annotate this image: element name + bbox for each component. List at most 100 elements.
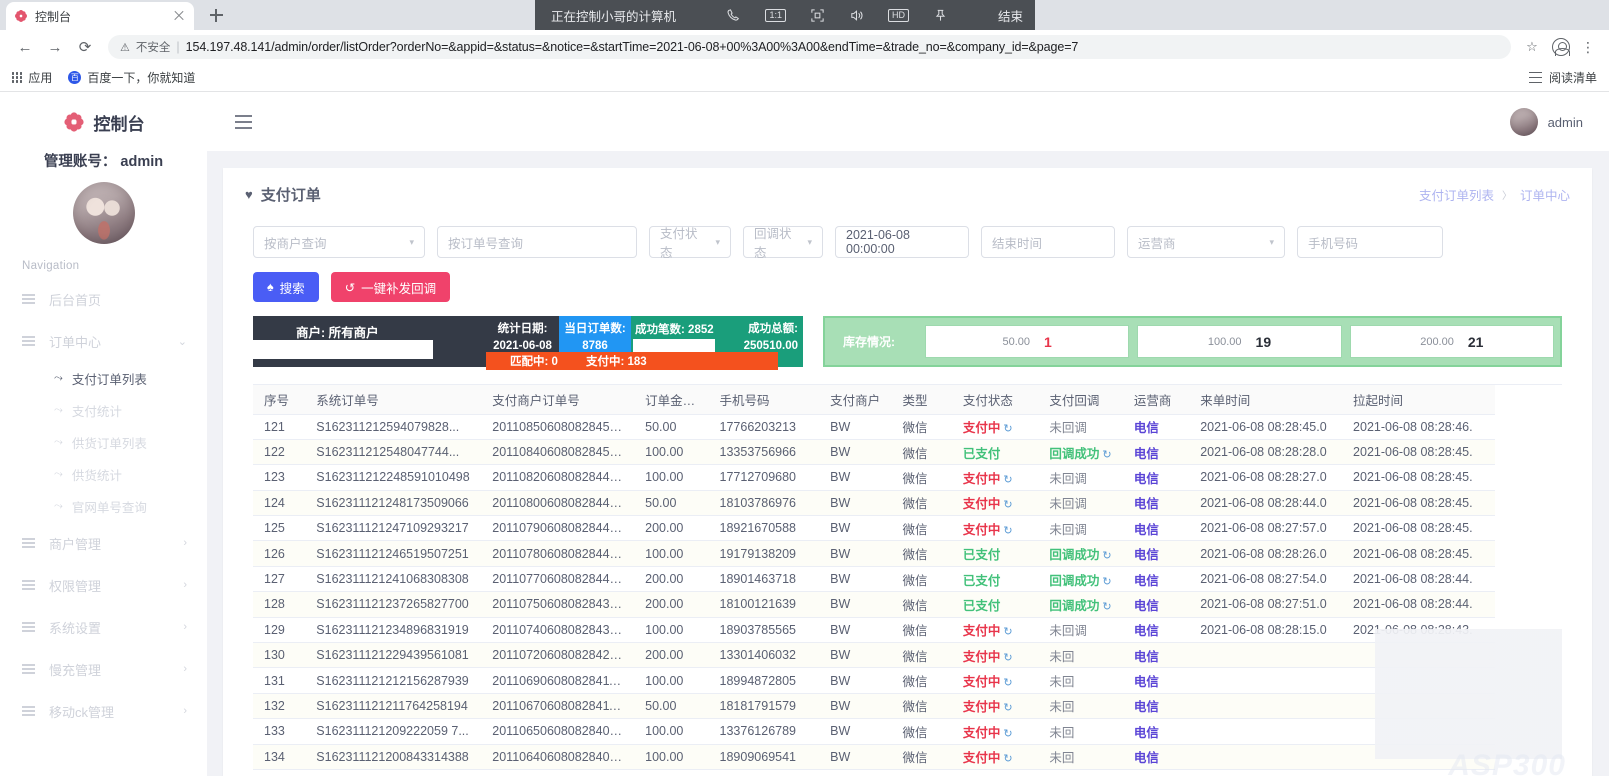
th-phone[interactable]: 手机号码 — [709, 385, 820, 414]
one-to-one-icon[interactable]: 1:1 — [765, 9, 786, 22]
table-row[interactable]: 121S162311212594079828...201108506080828… — [253, 414, 1495, 439]
th-operator[interactable]: 运营商 — [1123, 385, 1189, 414]
sidebar-item-slow-recharge-mgmt[interactable]: 慢充管理 › — [0, 648, 207, 690]
reload-icon[interactable]: ⟳ — [70, 32, 100, 62]
callback-status-select[interactable]: 回调状态 ▾ — [743, 226, 823, 258]
start-time-input[interactable]: 2021-06-08 00:00:00 — [835, 226, 969, 258]
table-row[interactable]: 131S162311121212156287939201106906080828… — [253, 668, 1495, 693]
refresh-icon[interactable]: ↻ — [1003, 727, 1012, 740]
topbar-user[interactable]: admin — [1510, 108, 1583, 136]
sidebar-item-mobile-ck-mgmt[interactable]: 移动ck管理 › — [0, 690, 207, 732]
sidebar-item-pay-order-list[interactable]: ⤳ 支付订单列表 — [0, 362, 207, 394]
refresh-icon[interactable]: ↻ — [1003, 473, 1012, 486]
bookmark-baidu[interactable]: 百 百度一下，你就知道 — [68, 69, 195, 86]
hd-icon[interactable]: HD — [888, 9, 909, 22]
end-time-placeholder: 结束时间 — [992, 233, 1042, 252]
bookmark-apps[interactable]: 应用 — [12, 69, 52, 86]
pay-status-select[interactable]: 支付状态 ▾ — [649, 226, 731, 258]
close-icon[interactable] — [172, 9, 186, 23]
sidebar-item-order-center[interactable]: 订单中心 ⌄ — [0, 320, 207, 362]
speaker-icon[interactable] — [849, 8, 864, 23]
table-row[interactable]: 133S162311121209222059 7...2011065060808… — [253, 719, 1495, 744]
th-merchant-order-no[interactable]: 支付商户订单号 — [481, 385, 634, 414]
cell-pay-callback-value: 未回调 — [1049, 472, 1087, 486]
th-order-time[interactable]: 来单时间 — [1189, 385, 1342, 414]
resend-callback-button[interactable]: ↺ 一键补发回调 — [331, 272, 451, 302]
cell-pay-status: 已支付 — [952, 439, 1038, 464]
phone-input[interactable]: 手机号码 — [1297, 226, 1443, 258]
search-button[interactable]: ♠ 搜索 — [253, 272, 319, 302]
th-type[interactable]: 类型 — [892, 385, 952, 414]
bookmark-star-icon[interactable]: ☆ — [1519, 39, 1545, 55]
reading-list-button[interactable]: 阅读清单 — [1529, 69, 1597, 86]
table-row[interactable]: 127S162311121241068308308201107706080828… — [253, 566, 1495, 591]
th-pay-merchant[interactable]: 支付商户 — [819, 385, 891, 414]
cell-pay-merchant: BW — [819, 719, 891, 744]
pin-icon[interactable] — [933, 8, 948, 23]
th-pullup-time[interactable]: 拉起时间 — [1342, 385, 1495, 414]
refresh-icon[interactable]: ↻ — [1102, 575, 1111, 588]
th-pay-status[interactable]: 支付状态 — [952, 385, 1038, 414]
end-session-button[interactable]: 结束 — [998, 6, 1023, 25]
refresh-icon[interactable]: ↻ — [1003, 651, 1012, 664]
refresh-icon[interactable]: ↻ — [1102, 448, 1111, 461]
table-row[interactable]: 130S162311121229439561081201107206080828… — [253, 643, 1495, 668]
order-no-input[interactable]: 按订单号查询 — [437, 226, 637, 258]
chevron-right-icon: › — [183, 705, 187, 717]
refresh-icon[interactable]: ↻ — [1003, 752, 1012, 765]
back-icon[interactable]: ← — [10, 32, 40, 62]
end-time-input[interactable]: 结束时间 — [981, 226, 1115, 258]
breadcrumb-item-1[interactable]: 支付订单列表 — [1419, 185, 1494, 204]
refresh-icon[interactable]: ↻ — [1003, 524, 1012, 537]
fullscreen-icon[interactable] — [810, 8, 825, 23]
sidebar-item-merchant-mgmt[interactable]: 商户管理 › — [0, 522, 207, 564]
browser-tab[interactable]: 控制台 — [6, 2, 194, 30]
sidebar-item-supply-order-list[interactable]: ⤳ 供货订单列表 — [0, 426, 207, 458]
merchant-select[interactable]: 按商户查询 ▾ — [253, 226, 425, 258]
table-row[interactable]: 128S162311121237265827700201107506080828… — [253, 592, 1495, 617]
bookmark-label: 应用 — [28, 69, 52, 86]
refresh-icon[interactable]: ↻ — [1102, 600, 1111, 613]
table-row[interactable]: 124S162311121248173509066201108006080828… — [253, 490, 1495, 515]
stat-merchant-input[interactable] — [253, 340, 433, 359]
refresh-icon[interactable]: ↻ — [1003, 422, 1012, 435]
order-table-wrap[interactable]: 序号 系统订单号 支付商户订单号 订单金额..⇅ 手机号码 支付商户 类型 支付… — [253, 384, 1562, 776]
table-row[interactable]: 134S162311121200843314388201106406080828… — [253, 744, 1495, 769]
forward-icon[interactable]: → — [40, 32, 70, 62]
cell-system-order-no: S162311121247109293217 — [305, 516, 481, 541]
sort-icon[interactable]: ⇅ — [704, 397, 708, 407]
sidebar-item-permission-mgmt[interactable]: 权限管理 › — [0, 564, 207, 606]
phone-icon[interactable] — [726, 8, 741, 23]
cell-system-order-no: S162311121246519507251 — [305, 541, 481, 566]
refresh-icon[interactable]: ↻ — [1003, 625, 1012, 638]
new-tab-icon[interactable] — [202, 1, 230, 29]
table-row[interactable]: 122S162311212548047744...201108406080828… — [253, 439, 1495, 464]
sidebar-item-official-order-query[interactable]: ⤳ 官网单号查询 — [0, 490, 207, 522]
profile-icon[interactable] — [1552, 38, 1570, 56]
breadcrumb-item-2[interactable]: 订单中心 — [1520, 185, 1570, 204]
cell-phone: 18103786976 — [709, 490, 820, 515]
cell-pay-merchant: BW — [819, 414, 891, 439]
address-bar[interactable]: ⚠ 不安全 | 154.197.48.141/admin/order/listO… — [108, 35, 1511, 59]
operator-select[interactable]: 运营商 ▾ — [1127, 226, 1285, 258]
th-order-amount[interactable]: 订单金额..⇅ — [634, 385, 708, 414]
table-row[interactable]: 129S162311121234896831919201107406080828… — [253, 617, 1495, 642]
table-row[interactable]: 123S162311212248591010498201108206080828… — [253, 465, 1495, 490]
menu-icon[interactable]: ⋮ — [1577, 40, 1599, 54]
sidebar-item-dashboard[interactable]: 后台首页 — [0, 278, 207, 320]
refresh-icon[interactable]: ↻ — [1003, 676, 1012, 689]
refresh-icon[interactable]: ↻ — [1003, 498, 1012, 511]
sidebar-item-supply-stats[interactable]: ⤳ 供货统计 — [0, 458, 207, 490]
table-row[interactable]: 125S162311121247109293217201107906080828… — [253, 516, 1495, 541]
sidebar-item-pay-stats[interactable]: ⤳ 支付统计 — [0, 394, 207, 426]
th-system-order-no[interactable]: 系统订单号 — [305, 385, 481, 414]
table-row[interactable]: 126S162311121246519507251201107806080828… — [253, 541, 1495, 566]
table-row[interactable]: 132S162311121211764258194201106706080828… — [253, 693, 1495, 718]
th-pay-callback[interactable]: 支付回调 — [1038, 385, 1122, 414]
hamburger-icon[interactable] — [235, 115, 252, 128]
refresh-icon[interactable]: ↻ — [1003, 701, 1012, 714]
th-index[interactable]: 序号 — [253, 385, 305, 414]
brand[interactable]: 控制台 — [0, 103, 207, 141]
refresh-icon[interactable]: ↻ — [1102, 549, 1111, 562]
sidebar-item-system-settings[interactable]: 系统设置 › — [0, 606, 207, 648]
